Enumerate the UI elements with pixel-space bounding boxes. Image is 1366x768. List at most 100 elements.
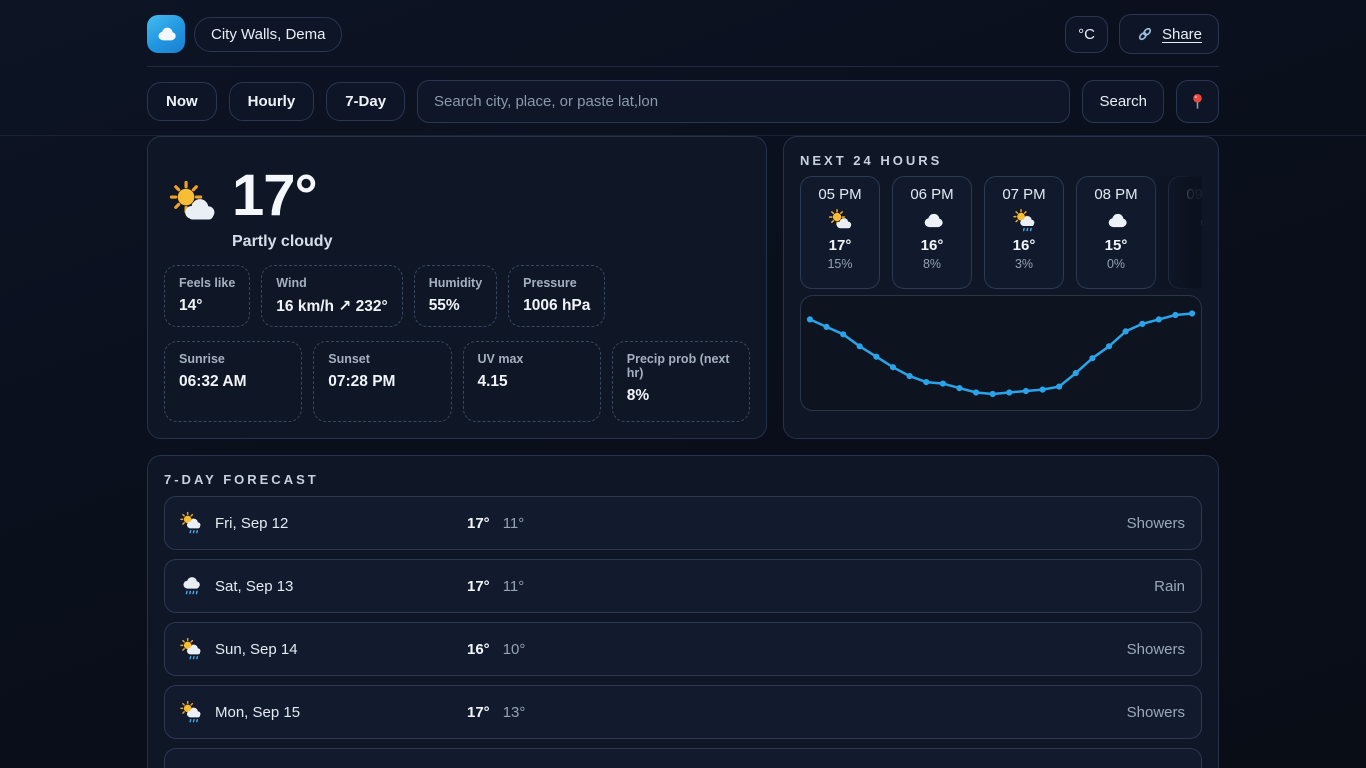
stat-label: Sunset <box>328 352 436 366</box>
next-24-hours-card: NEXT 24 HOURS 05 PM 17° 15% 06 PM 16° 8%… <box>783 136 1219 439</box>
stat-value: 14° <box>179 297 235 315</box>
hour-temp: 15° <box>1105 237 1128 254</box>
stat-value: 1006 hPa <box>523 297 590 315</box>
current-conditions-card: 17° Partly cloudy Feels like 14° Wind 16… <box>147 136 767 439</box>
cloud-icon <box>1104 208 1129 233</box>
pin-icon <box>1188 92 1207 111</box>
stat-chip: Precip prob (next hr) 8% <box>612 341 750 422</box>
day-row[interactable]: Sat, Sep 13 17° 11° Rain <box>164 559 1202 613</box>
stat-chip: Feels like 14° <box>164 265 250 327</box>
stat-chip: Humidity 55% <box>414 265 497 327</box>
temperature-chart <box>800 295 1202 411</box>
hour-precip: 3% <box>1015 257 1033 271</box>
day-high-temp: 17° <box>467 704 490 721</box>
stats-row-1: Feels like 14° Wind 16 km/h ↗ 232° Humid… <box>164 265 750 327</box>
stat-label: Wind <box>276 276 387 290</box>
stat-label: Sunrise <box>179 352 287 366</box>
stat-chip: Wind 16 km/h ↗ 232° <box>261 265 402 327</box>
cloud-icon <box>920 208 945 233</box>
hour-temp: 17° <box>829 237 852 254</box>
day-list: Fri, Sep 12 17° 11° Showers Sat, Sep 13 … <box>164 496 1202 768</box>
sun-rain-icon <box>179 511 203 535</box>
stat-label: Pressure <box>523 276 590 290</box>
stat-value: 4.15 <box>478 373 586 391</box>
cloud-icon <box>154 22 178 46</box>
day-condition: Showers <box>1127 641 1185 658</box>
hour-temp: 16° <box>921 237 944 254</box>
day-high-temp: 17° <box>467 578 490 595</box>
stat-label: Feels like <box>179 276 235 290</box>
stat-chip: UV max 4.15 <box>463 341 601 422</box>
app-logo <box>147 15 185 53</box>
day-low-temp: 13° <box>503 704 526 721</box>
search-input[interactable] <box>417 80 1070 123</box>
search-button[interactable]: Search <box>1082 80 1164 123</box>
partly-cloudy-icon <box>168 179 218 229</box>
stat-value: 55% <box>429 297 482 315</box>
day-row[interactable]: Fri, Sep 12 17° 11° Showers <box>164 496 1202 550</box>
current-temp: 17° <box>232 167 332 225</box>
rain-icon <box>179 574 203 598</box>
app-header: City Walls, Dema °C Share <box>0 0 1366 80</box>
hour-precip: 0% <box>1107 257 1125 271</box>
stat-chip: Sunset 07:28 PM <box>313 341 451 422</box>
day-condition: Rain <box>1154 578 1185 595</box>
day-low-temp: 11° <box>503 515 525 532</box>
tab-hourly[interactable]: Hourly <box>229 82 315 121</box>
location-chip[interactable]: City Walls, Dema <box>194 17 342 52</box>
hour-time: 06 PM <box>910 186 953 203</box>
hourly-scroller[interactable]: 05 PM 17° 15% 06 PM 16° 8% 07 PM 16° 3% … <box>800 176 1202 289</box>
day-high-temp: 17° <box>467 515 490 532</box>
day-high-temp: 16° <box>467 641 490 658</box>
hour-card: 08 PM 15° 0% <box>1076 176 1156 289</box>
hour-precip: 15% <box>827 257 852 271</box>
hour-time: 09 PM <box>1186 186 1202 203</box>
stat-chip: Pressure 1006 hPa <box>508 265 605 327</box>
stat-value: 8% <box>627 387 735 405</box>
cloud-icon <box>1196 208 1203 233</box>
hour-card: 06 PM 16° 8% <box>892 176 972 289</box>
stats-row-2: Sunrise 06:32 AM Sunset 07:28 PM UV max … <box>164 341 750 422</box>
current-condition: Partly cloudy <box>232 233 332 251</box>
tab-7day[interactable]: 7-Day <box>326 82 405 121</box>
next-24-hours-title: NEXT 24 HOURS <box>800 153 1202 168</box>
stat-label: Precip prob (next hr) <box>627 352 735 380</box>
sun-rain-icon <box>179 637 203 661</box>
day-condition: Showers <box>1127 515 1185 532</box>
stat-value: 06:32 AM <box>179 373 287 391</box>
hour-time: 08 PM <box>1094 186 1137 203</box>
sun-rain-icon <box>179 700 203 724</box>
hour-card: 05 PM 17° 15% <box>800 176 880 289</box>
day-row[interactable]: Sun, Sep 14 16° 10° Showers <box>164 622 1202 676</box>
toolbar: Now Hourly 7-Day Search <box>0 80 1366 136</box>
link-icon <box>1136 25 1154 43</box>
day-label: Fri, Sep 12 <box>215 515 467 532</box>
day-low-temp: 10° <box>503 641 526 658</box>
hour-precip: 8% <box>923 257 941 271</box>
sun-rain-icon <box>1012 208 1037 233</box>
day-row[interactable]: Mon, Sep 15 17° 13° Showers <box>164 685 1202 739</box>
sun-cloud-icon <box>828 208 853 233</box>
hour-card: 09 PM <box>1168 176 1202 289</box>
stat-label: Humidity <box>429 276 482 290</box>
stat-value: 16 km/h ↗ 232° <box>276 297 387 316</box>
seven-day-forecast-title: 7-DAY FORECAST <box>164 472 1202 487</box>
hour-time: 05 PM <box>818 186 861 203</box>
share-button[interactable]: Share <box>1119 14 1219 54</box>
hour-time: 07 PM <box>1002 186 1045 203</box>
stat-chip: Sunrise 06:32 AM <box>164 341 302 422</box>
share-label: Share <box>1162 26 1202 43</box>
day-label: Sun, Sep 14 <box>215 641 467 658</box>
seven-day-forecast-card: 7-DAY FORECAST Fri, Sep 12 17° 11° Showe… <box>147 455 1219 768</box>
unit-toggle-button[interactable]: °C <box>1065 16 1108 53</box>
hour-card: 07 PM 16° 3% <box>984 176 1064 289</box>
day-label: Mon, Sep 15 <box>215 704 467 721</box>
hour-temp: 16° <box>1013 237 1036 254</box>
tab-now[interactable]: Now <box>147 82 217 121</box>
day-low-temp: 11° <box>503 578 525 595</box>
stat-label: UV max <box>478 352 586 366</box>
day-row-partial[interactable] <box>164 748 1202 768</box>
day-condition: Showers <box>1127 704 1185 721</box>
stat-value: 07:28 PM <box>328 373 436 391</box>
locate-button[interactable] <box>1176 80 1219 123</box>
